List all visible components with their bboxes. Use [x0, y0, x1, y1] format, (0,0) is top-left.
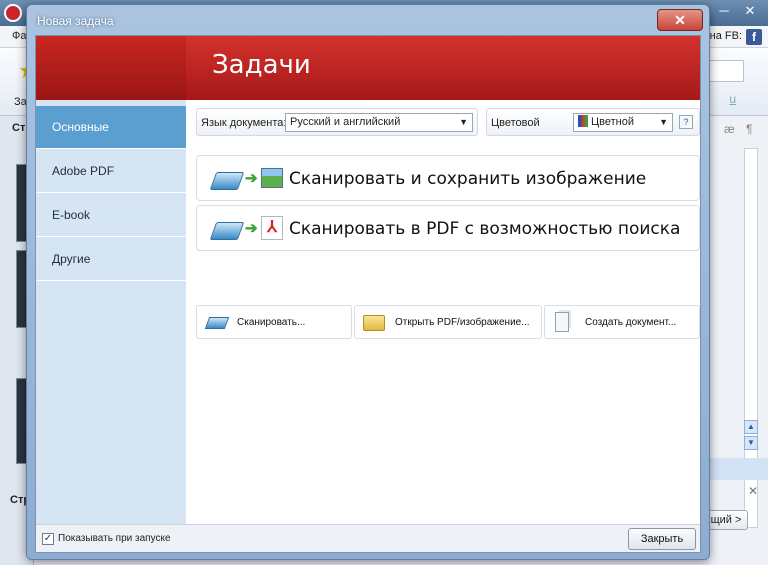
task-main-panel: Язык документа: Русский и английский ▼ Ц… — [186, 100, 700, 524]
scanner-icon — [209, 172, 245, 190]
scan-save-image-label: Сканировать и сохранить изображение — [289, 169, 647, 189]
underline-button[interactable]: u — [729, 92, 736, 106]
color-value: Цветной — [591, 116, 634, 128]
show-on-startup-checkbox[interactable]: ✓ — [42, 533, 54, 545]
language-option: Язык документа: Русский и английский ▼ — [196, 108, 478, 136]
banner-left — [36, 36, 186, 100]
scan-save-image-button[interactable]: ➔ Сканировать и сохранить изображение — [196, 155, 700, 201]
toolbar-combo[interactable] — [708, 60, 744, 82]
format-glyph-ae[interactable]: æ — [724, 122, 735, 136]
image-icon — [261, 168, 283, 188]
sidebar-item-label: E-book — [52, 208, 91, 222]
folder-icon — [363, 315, 385, 331]
language-label: Язык документа: — [201, 117, 287, 129]
help-button[interactable]: ? — [679, 115, 693, 129]
document-icon — [555, 312, 569, 332]
scan-to-pdf-button[interactable]: ➔ ⅄ Сканировать в PDF с возможностью пои… — [196, 205, 700, 251]
dialog-body: Задачи Основные Adobe PDF E-book Другие … — [35, 35, 701, 553]
banner-title: Задачи — [212, 50, 311, 80]
editor-right-area: æ ¶ ▲ ▼ — [710, 116, 768, 565]
scanner-icon — [209, 222, 245, 240]
banner: Задачи — [36, 36, 700, 100]
pilcrow-icon[interactable]: ¶ — [746, 122, 752, 136]
language-select[interactable]: Русский и английский ▼ — [285, 113, 473, 132]
dialog-close-button[interactable]: ✕ — [657, 9, 703, 31]
chevron-down-icon: ▼ — [459, 117, 468, 127]
app-close-button[interactable]: ✕ — [738, 2, 762, 20]
arrow-right-icon: ➔ — [245, 170, 258, 187]
arrow-right-icon: ➔ — [245, 220, 258, 237]
open-pdf-image-label: Открыть PDF/изображение... — [395, 317, 530, 328]
dialog-footer: ✓ Показывать при запуске Закрыть — [36, 524, 700, 552]
facebook-label: на FB: — [709, 30, 742, 42]
sidebar-item-other[interactable]: Другие — [36, 238, 186, 281]
sidebar-item-adobe-pdf[interactable]: Adobe PDF — [36, 150, 186, 193]
facebook-icon[interactable]: f — [746, 29, 762, 45]
prev-page-icon[interactable]: ▲ — [744, 420, 758, 434]
minimize-button[interactable]: ─ — [712, 2, 736, 20]
open-pdf-image-button[interactable]: Открыть PDF/изображение... — [354, 305, 542, 339]
pdf-icon: ⅄ — [261, 216, 283, 240]
color-mode-icon — [578, 115, 588, 127]
sidebar-item-label: Основные — [52, 120, 109, 134]
color-select[interactable]: Цветной ▼ — [573, 113, 673, 132]
sidebar-item-main[interactable]: Основные — [36, 106, 186, 149]
create-document-label: Создать документ... — [585, 317, 677, 328]
next-page-icon[interactable]: ▼ — [744, 436, 758, 450]
color-option: Цветовой Цветной ▼ ? — [486, 108, 700, 136]
task-sidebar: Основные Adobe PDF E-book Другие — [36, 100, 186, 524]
create-document-button[interactable]: Создать документ... — [544, 305, 700, 339]
panel-close-icon[interactable]: ✕ — [748, 484, 758, 498]
info-bar — [710, 458, 768, 480]
scan-to-pdf-label: Сканировать в PDF с возможностью поиска — [289, 219, 681, 239]
language-value: Русский и английский — [290, 116, 401, 128]
scanner-icon — [204, 317, 230, 329]
scan-button[interactable]: Сканировать... — [196, 305, 352, 339]
close-button[interactable]: Закрыть — [628, 528, 696, 550]
dialog-title: Новая задача — [37, 14, 114, 28]
show-on-startup-label: Показывать при запуске — [58, 533, 171, 544]
color-label: Цветовой — [491, 117, 540, 129]
sidebar-item-label: Другие — [52, 252, 91, 266]
new-task-dialog: Новая задача ✕ Задачи Основные Adobe PDF… — [26, 4, 710, 560]
sidebar-item-label: Adobe PDF — [52, 164, 115, 178]
scan-label: Сканировать... — [237, 317, 306, 328]
app-logo-icon — [4, 4, 22, 22]
next-button[interactable]: щий > — [704, 510, 748, 530]
sidebar-item-ebook[interactable]: E-book — [36, 194, 186, 237]
chevron-down-icon: ▼ — [659, 117, 668, 127]
